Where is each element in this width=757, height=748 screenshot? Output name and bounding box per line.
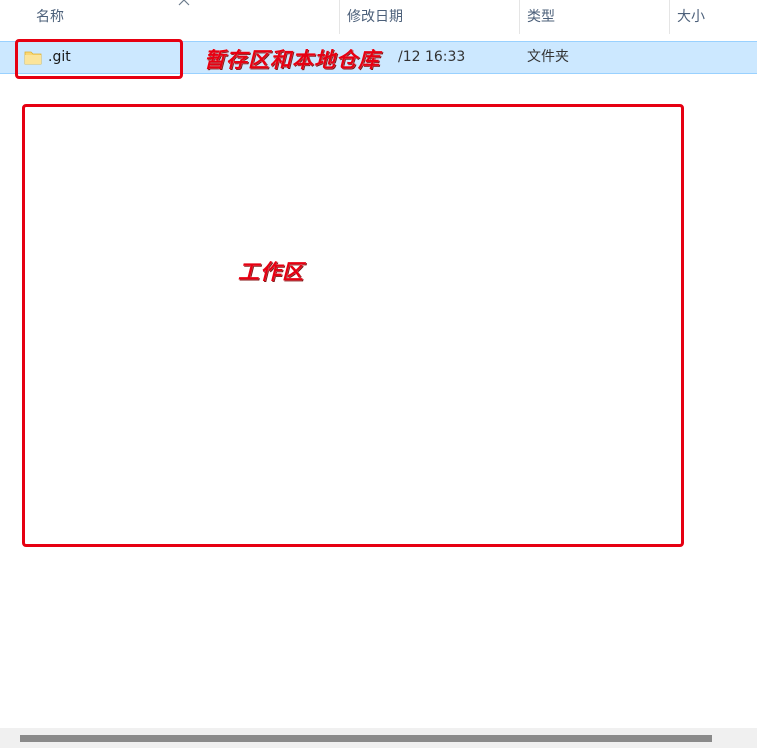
staging-annotation-box: [15, 39, 183, 79]
file-modified-date: /12 16:33: [398, 49, 466, 65]
column-header-bar: 名称 修改日期 类型 大小: [0, 0, 757, 38]
workspace-annotation-box: [22, 104, 684, 547]
column-header-modified[interactable]: 修改日期: [339, 0, 519, 34]
column-header-name[interactable]: 名称: [28, 0, 338, 34]
horizontal-scrollbar[interactable]: [0, 728, 757, 748]
staging-annotation-label: 暂存区和本地仓库: [204, 47, 380, 72]
column-header-type[interactable]: 类型: [519, 0, 669, 34]
column-header-size[interactable]: 大小: [669, 0, 757, 34]
file-type: 文件夹: [527, 49, 569, 65]
workspace-annotation-label: 工作区: [238, 259, 304, 284]
scrollbar-thumb[interactable]: [20, 735, 712, 742]
